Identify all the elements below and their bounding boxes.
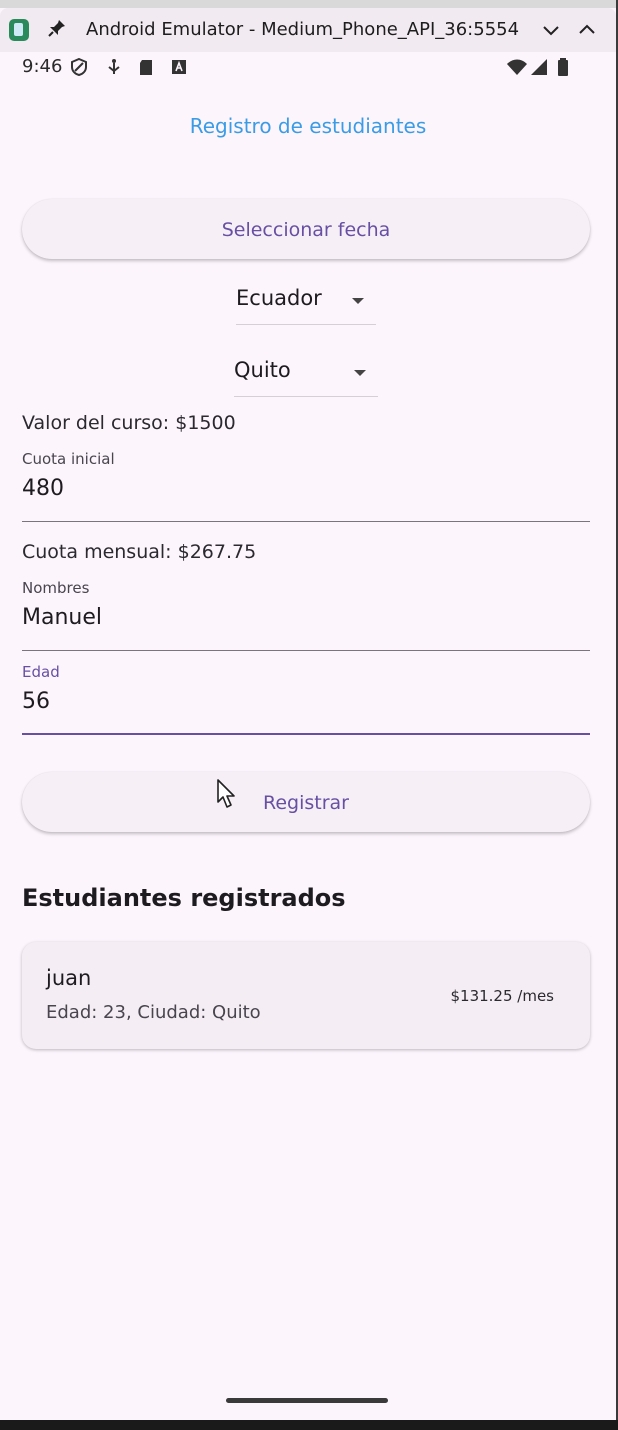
course-value-text: Valor del curso: $1500 [22, 412, 236, 434]
student-list-item[interactable]: juan Edad: 23, Ciudad: Quito $131.25 /me… [22, 942, 590, 1049]
emulator-window: Android Emulator - Medium_Phone_API_36:5… [0, 0, 618, 1420]
dropdown-arrow-icon [354, 370, 366, 376]
usb-debug-icon [108, 59, 120, 74]
window-title: Android Emulator - Medium_Phone_API_36:5… [86, 19, 520, 40]
status-bar: 9:46 [0, 52, 616, 84]
emulator-app-icon [9, 19, 29, 41]
window-top-edge [0, 0, 616, 8]
mouse-cursor-icon [217, 779, 235, 808]
student-monthly-fee: $131.25 /mes [450, 987, 554, 1005]
wifi-icon [507, 59, 527, 75]
input-underline [22, 650, 590, 651]
city-dropdown[interactable]: Quito [234, 352, 378, 397]
input-underline [22, 521, 590, 522]
age-label: Edad [22, 663, 60, 681]
age-field[interactable]: Edad 56 [22, 663, 590, 737]
sd-card-icon [140, 60, 152, 75]
chevron-up-icon[interactable] [578, 21, 596, 39]
home-gesture-bar[interactable] [226, 1398, 388, 1403]
window-titlebar[interactable]: Android Emulator - Medium_Phone_API_36:5… [0, 8, 616, 52]
city-dropdown-value: Quito [234, 358, 291, 382]
country-dropdown[interactable]: Ecuador [236, 280, 376, 325]
country-dropdown-value: Ecuador [236, 286, 322, 310]
chevron-down-icon[interactable] [542, 21, 560, 39]
pin-icon[interactable] [46, 18, 68, 40]
student-name: juan [46, 966, 92, 990]
shield-icon [71, 58, 87, 76]
names-field[interactable]: Nombres Manuel [22, 579, 590, 653]
students-heading: Estudiantes registrados [22, 884, 346, 912]
initial-fee-input[interactable]: 480 [22, 476, 64, 501]
student-details: Edad: 23, Ciudad: Quito [46, 1002, 261, 1023]
dropdown-arrow-icon [352, 298, 364, 304]
signal-icon [531, 59, 547, 75]
status-time: 9:46 [22, 56, 63, 77]
keyboard-a-icon [172, 60, 186, 74]
names-input[interactable]: Manuel [22, 605, 102, 630]
initial-fee-label: Cuota inicial [22, 450, 115, 468]
app-title: Registro de estudiantes [189, 114, 427, 138]
age-input[interactable]: 56 [22, 689, 50, 714]
names-label: Nombres [22, 579, 90, 597]
initial-fee-field[interactable]: Cuota inicial 480 [22, 450, 590, 524]
input-underline-focused [22, 733, 590, 735]
register-button[interactable]: Registrar [22, 772, 590, 832]
battery-icon [558, 58, 568, 76]
monthly-fee-text: Cuota mensual: $267.75 [22, 541, 257, 563]
select-date-button[interactable]: Seleccionar fecha [22, 199, 590, 259]
